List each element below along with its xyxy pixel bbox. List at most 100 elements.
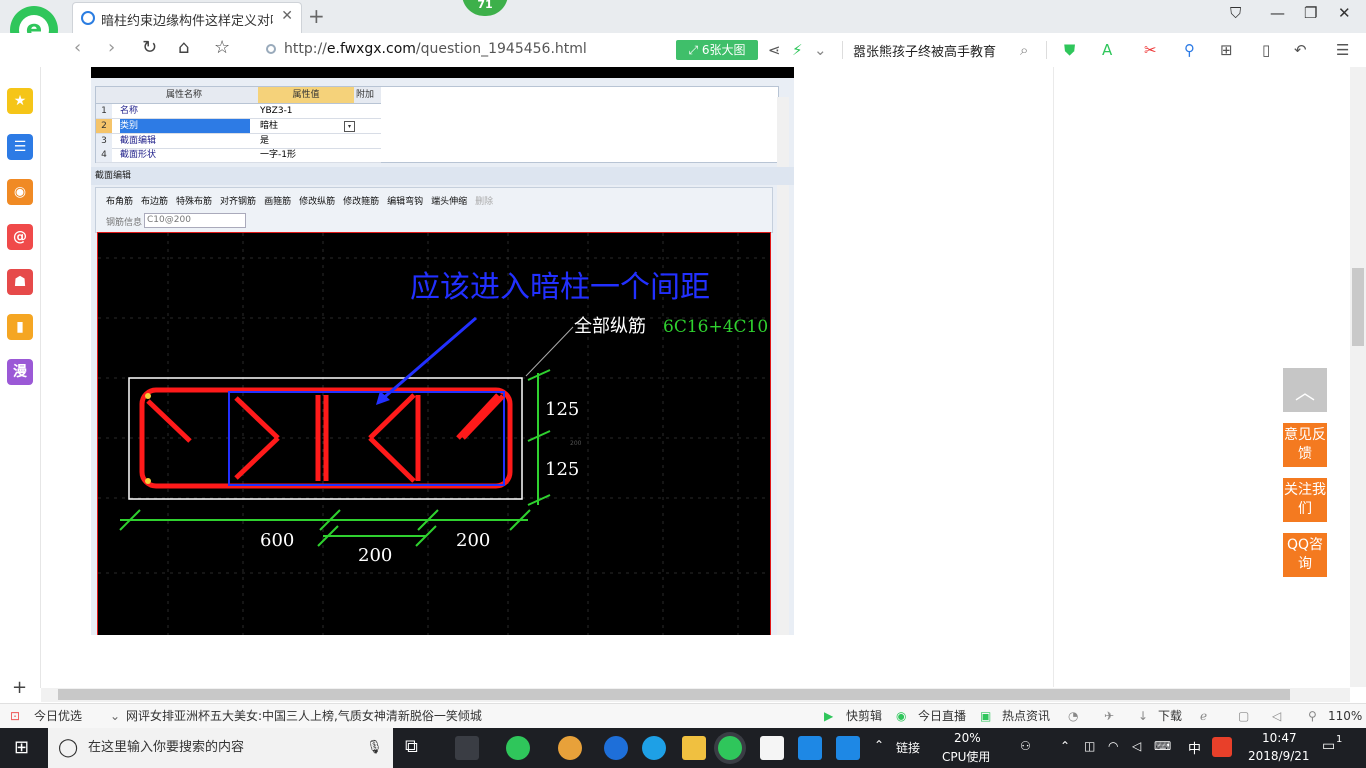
- tool-button[interactable]: 删除: [475, 197, 493, 207]
- tool-button[interactable]: 特殊布筋: [176, 197, 212, 207]
- zoom-icon[interactable]: ⚲: [1308, 704, 1317, 729]
- weibo-icon[interactable]: ◉: [7, 179, 33, 205]
- folder-icon[interactable]: [682, 736, 706, 760]
- tablet-icon[interactable]: ▯: [1262, 41, 1270, 59]
- bookmark-icon[interactable]: ☆: [214, 37, 230, 58]
- shield-icon[interactable]: ⛊: [1064, 41, 1075, 59]
- chevron-up-icon[interactable]: ⌃: [874, 738, 884, 752]
- live-label[interactable]: 今日直播: [918, 704, 966, 729]
- minimize-icon[interactable]: —: [1270, 4, 1285, 22]
- search-suggestion[interactable]: 嚣张熊孩子终被高手教育: [853, 41, 996, 60]
- task-view-icon[interactable]: ⧉: [405, 736, 429, 760]
- pin-icon[interactable]: ✈: [1104, 704, 1114, 729]
- clock-date[interactable]: 2018/9/21: [1248, 749, 1310, 763]
- scissors-icon[interactable]: ✂: [1144, 41, 1157, 59]
- search-icon[interactable]: ⌕: [1020, 41, 1028, 59]
- site-info-icon[interactable]: [266, 44, 276, 54]
- table-row[interactable]: 1 名称 YBZ3-1: [96, 104, 381, 119]
- table-row[interactable]: 3 截面编辑是: [96, 134, 381, 149]
- table-row[interactable]: 4 截面形状 一字-1形: [96, 148, 381, 163]
- feedback-button[interactable]: 意见反馈: [1283, 423, 1327, 467]
- drawing-canvas[interactable]: 应该进入暗柱一个间距 全部纵筋 6C16+4C10 125 125 600 20…: [97, 232, 771, 635]
- dropdown-icon[interactable]: ▾: [344, 121, 355, 132]
- network-icon[interactable]: ◫: [1084, 739, 1095, 753]
- forward-icon[interactable]: ›: [108, 37, 115, 58]
- edge-icon[interactable]: [604, 736, 628, 760]
- restore-icon[interactable]: ❐: [1304, 4, 1317, 22]
- home-icon[interactable]: ⌂: [178, 37, 189, 58]
- tool-button[interactable]: 布边筋: [141, 197, 168, 207]
- sogou-icon[interactable]: [1212, 737, 1232, 757]
- ime-indicator[interactable]: 中: [1188, 738, 1201, 757]
- browser-taskbar-icon[interactable]: [506, 736, 530, 760]
- magnifier-icon[interactable]: ⚲: [1184, 41, 1195, 59]
- menu-icon[interactable]: ☰: [1336, 41, 1349, 59]
- today-label[interactable]: 今日优选: [34, 704, 82, 729]
- windows-start-icon[interactable]: ⊞: [14, 737, 29, 758]
- star-icon[interactable]: ★: [7, 88, 33, 114]
- chevron-down-icon[interactable]: ⌄: [814, 41, 827, 59]
- table-row[interactable]: 2 类别 暗柱 ▾: [96, 119, 381, 134]
- tool-button[interactable]: 画箍筋: [264, 197, 291, 207]
- page-scrollbar-thumb[interactable]: [1352, 268, 1364, 346]
- tool-button[interactable]: 修改箍筋: [343, 197, 379, 207]
- tab-close-icon[interactable]: ✕: [281, 8, 293, 24]
- app-fan-icon[interactable]: [455, 736, 479, 760]
- mail-icon[interactable]: @: [7, 224, 33, 250]
- back-icon[interactable]: ‹: [74, 37, 81, 58]
- translate-icon[interactable]: A: [1102, 41, 1112, 59]
- active-browser-icon[interactable]: [718, 736, 742, 760]
- comic-icon[interactable]: 漫: [7, 359, 33, 385]
- g-app-icon[interactable]: [798, 736, 822, 760]
- mail-taskbar-icon[interactable]: [760, 736, 784, 760]
- chevron-down-icon[interactable]: ⌄: [110, 704, 120, 729]
- speed-icon[interactable]: ◔: [1068, 704, 1078, 729]
- book-icon[interactable]: ▮: [7, 314, 33, 340]
- close-window-icon[interactable]: ✕: [1338, 4, 1351, 22]
- tool-button[interactable]: 修改纵筋: [299, 197, 335, 207]
- keyboard-icon[interactable]: ⌨: [1154, 739, 1171, 753]
- share-icon[interactable]: ⋖: [768, 41, 781, 59]
- horizontal-scrollbar-thumb[interactable]: [58, 689, 1290, 700]
- hot-label[interactable]: 热点资讯: [1002, 704, 1050, 729]
- window-icon[interactable]: ▢: [1238, 704, 1249, 729]
- browser-tab[interactable]: 暗柱约束边缘构件这样定义对吗? ✕: [72, 2, 302, 34]
- refresh-icon[interactable]: ↻: [142, 37, 157, 58]
- news-ticker[interactable]: 网评女排亚洲杯五大美女:中国三人上榜,气质女神清新脱俗一笑倾城: [126, 704, 482, 729]
- tool-button[interactable]: 布角筋: [106, 197, 133, 207]
- big-image-button[interactable]: ⤢ 6张大图: [676, 40, 758, 60]
- add-sidebar-icon[interactable]: +: [12, 677, 27, 698]
- new-tab-icon[interactable]: +: [308, 4, 325, 28]
- follow-button[interactable]: 关注我们: [1283, 478, 1327, 522]
- quick-clip[interactable]: 快剪辑: [846, 704, 882, 729]
- link-label[interactable]: 链接: [896, 739, 920, 756]
- flash-icon[interactable]: ⚡: [792, 41, 803, 59]
- notification-icon[interactable]: ▭: [1322, 738, 1335, 754]
- people-icon[interactable]: ⚇: [1020, 739, 1031, 753]
- news-icon[interactable]: ☰: [7, 134, 33, 160]
- tool-button[interactable]: 编辑弯钩: [387, 197, 423, 207]
- apps-icon[interactable]: ⊞: [1220, 41, 1233, 59]
- qq-button[interactable]: QQ咨询: [1283, 533, 1327, 577]
- back-to-top-button[interactable]: ︿: [1283, 368, 1327, 412]
- rebar-input[interactable]: C10@200: [144, 213, 246, 228]
- tool-button[interactable]: 对齐钢筋: [220, 197, 256, 207]
- app-icon[interactable]: [558, 736, 582, 760]
- volume-icon[interactable]: ◁: [1272, 704, 1281, 729]
- ie-taskbar-icon[interactable]: [642, 736, 666, 760]
- clock-time[interactable]: 10:47: [1262, 731, 1297, 745]
- download-label[interactable]: 下载: [1158, 704, 1182, 729]
- zoom-level[interactable]: 110%: [1328, 704, 1362, 729]
- taskbar-search[interactable]: ◯ 在这里输入你要搜索的内容 🎙: [48, 728, 393, 768]
- undo-icon[interactable]: ↶: [1294, 41, 1307, 59]
- volume-tray-icon[interactable]: ◁: [1132, 739, 1141, 753]
- move-app-icon[interactable]: [836, 736, 860, 760]
- tool-button[interactable]: 端头伸缩: [431, 197, 467, 207]
- skin-icon[interactable]: ⛉: [1230, 4, 1241, 22]
- game-icon[interactable]: ☗: [7, 269, 33, 295]
- wifi-icon[interactable]: ◠: [1108, 739, 1118, 753]
- url-field[interactable]: http://e.fwxgx.com/question_1945456.html: [284, 41, 587, 57]
- page-scrollbar[interactable]: [1350, 67, 1366, 687]
- tray-chevron-icon[interactable]: ⌃: [1060, 739, 1070, 753]
- ie-icon[interactable]: ℯ: [1200, 704, 1207, 729]
